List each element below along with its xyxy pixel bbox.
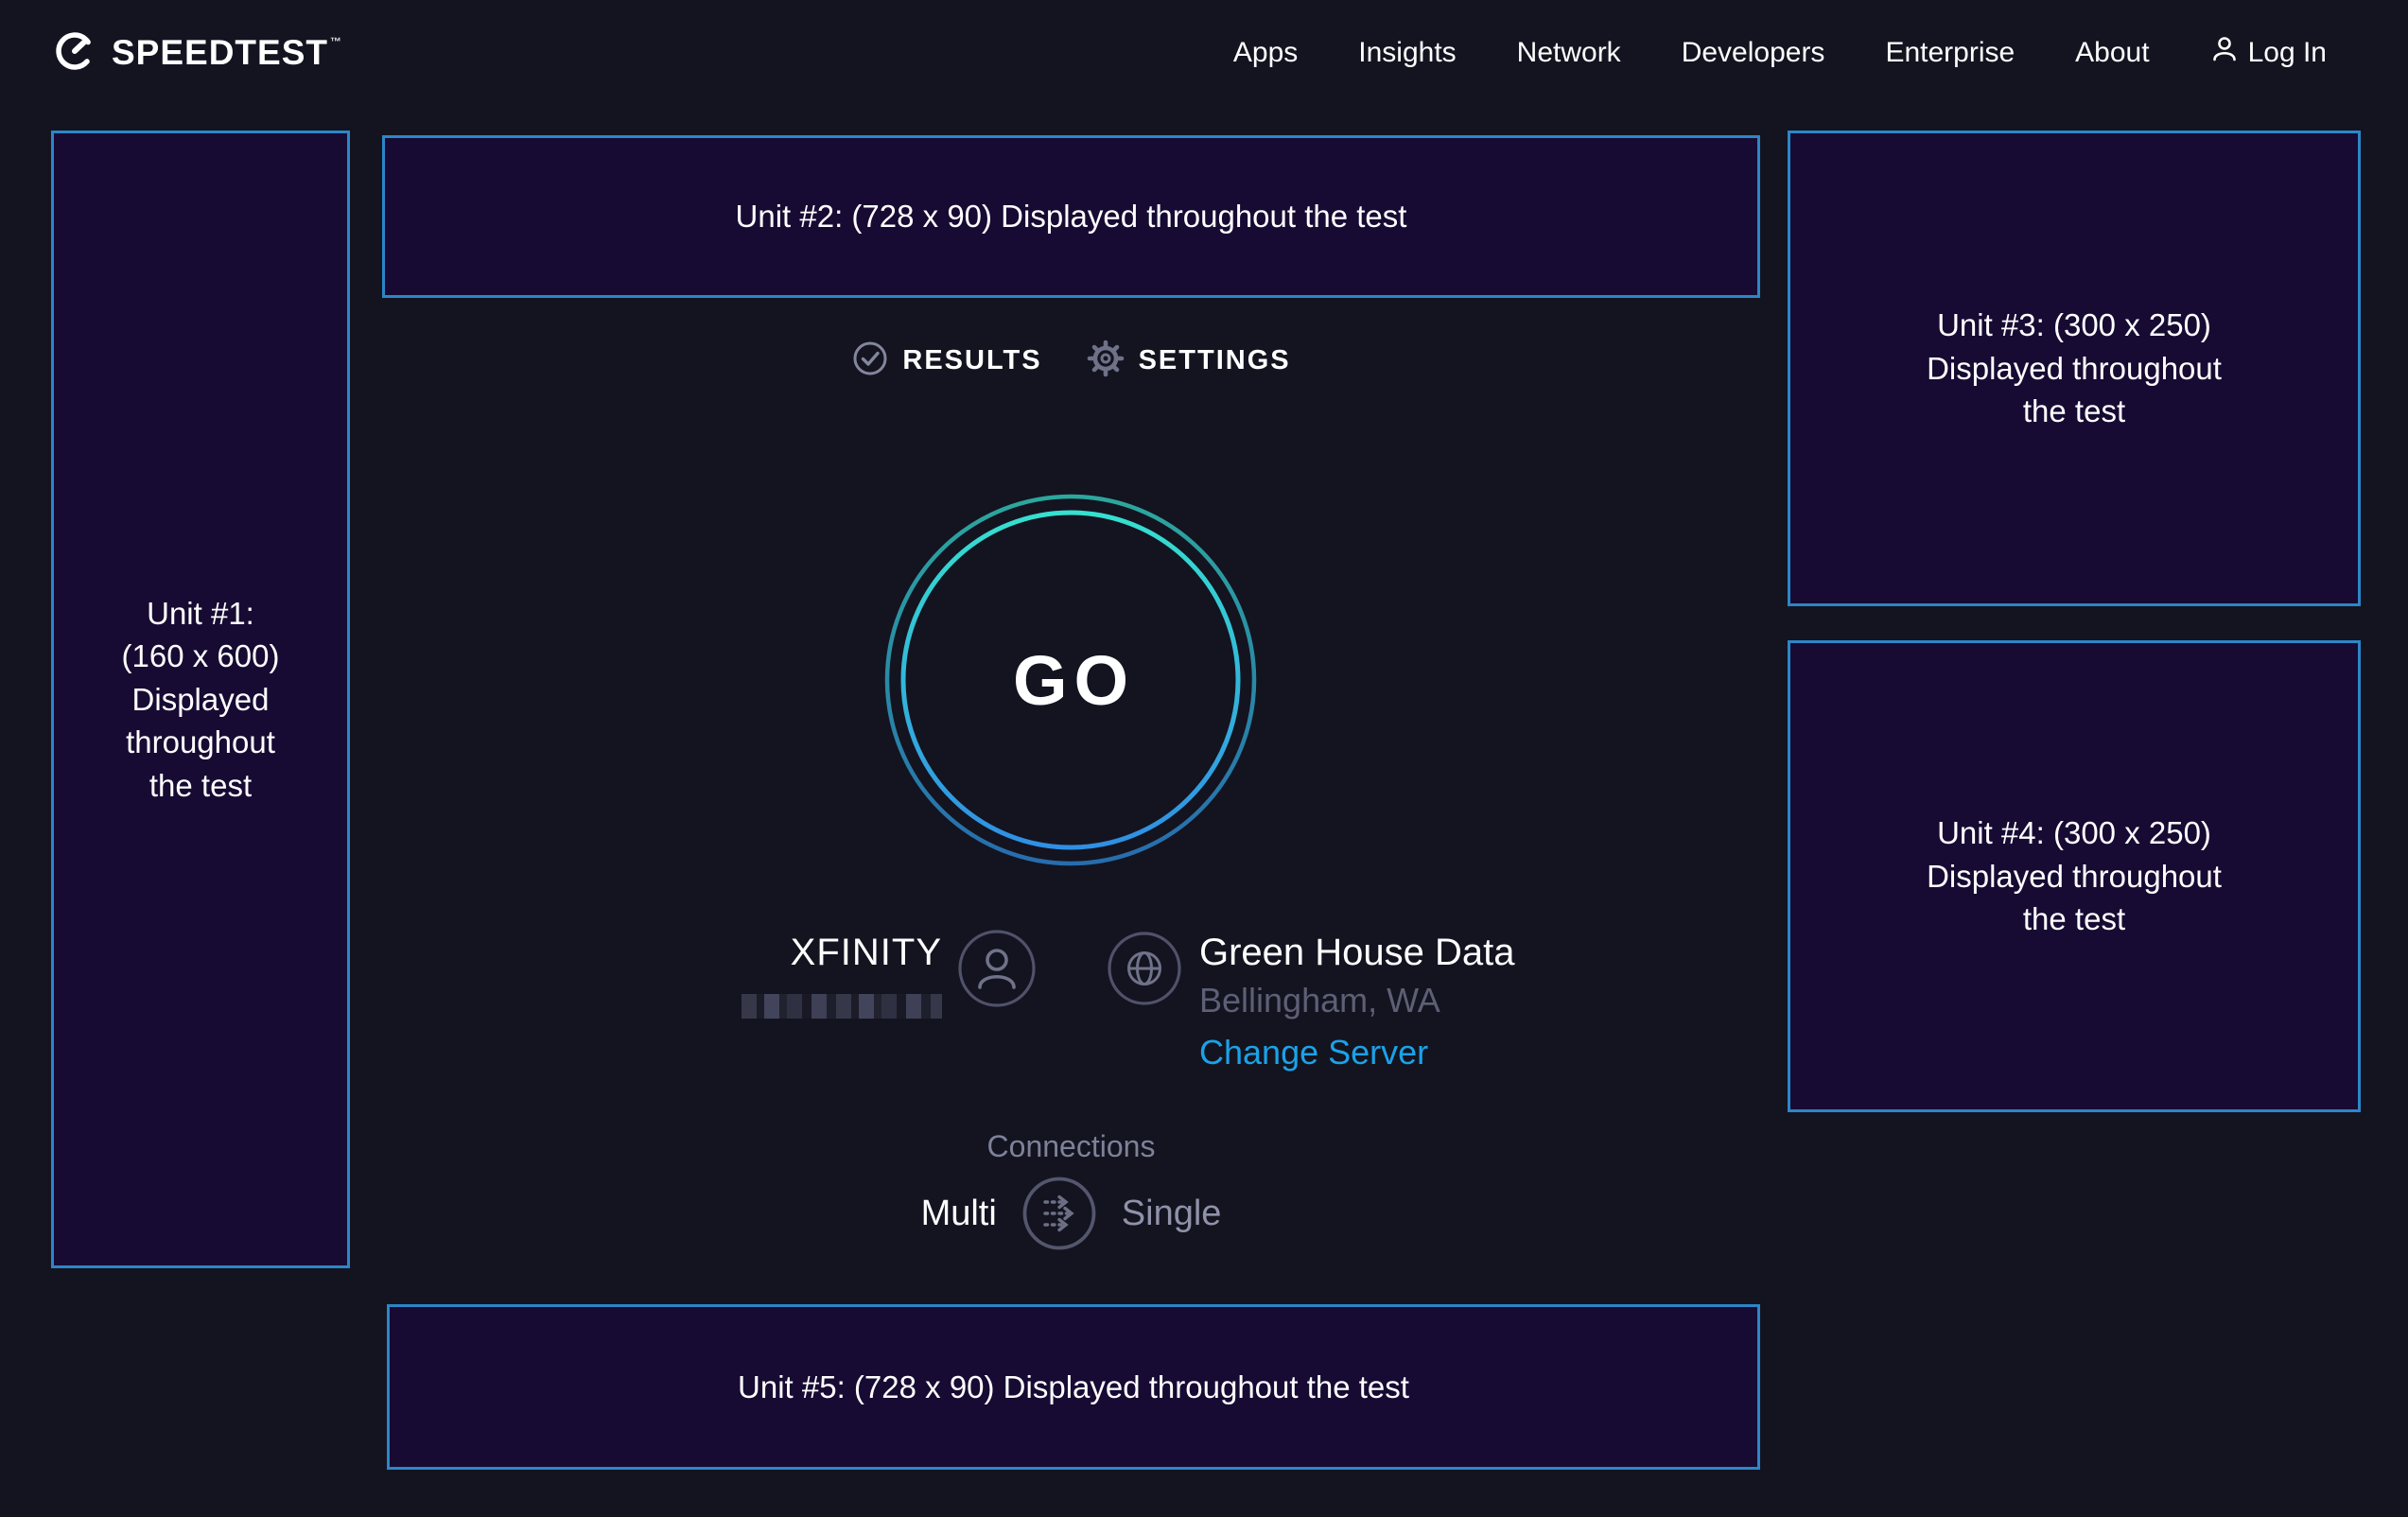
- login-button[interactable]: Log In: [2210, 34, 2327, 72]
- results-tab-label: RESULTS: [902, 345, 1041, 376]
- ad-unit-2: Unit #2: (728 x 90) Displayed throughout…: [382, 135, 1760, 298]
- globe-icon: [1107, 931, 1182, 1011]
- isp-block: XFINITY: [742, 922, 942, 1019]
- tabs-row: RESULTS: [382, 339, 1760, 383]
- check-circle-icon: [851, 340, 889, 382]
- speedtest-page: SPEEDTEST™ Apps Insights Network Develop…: [0, 0, 2408, 1517]
- server-name: Green House Data: [1199, 930, 1515, 975]
- connections-multi-option[interactable]: Multi: [921, 1194, 997, 1234]
- brand-name: SPEEDTEST: [112, 33, 328, 73]
- settings-tab-label: SETTINGS: [1139, 345, 1291, 376]
- go-button[interactable]: GO: [881, 491, 1260, 869]
- connections-row: Multi Single: [382, 1173, 1760, 1254]
- server-block: Green House Data Bellingham, WA Change S…: [1199, 922, 1515, 1079]
- speedtest-logo[interactable]: SPEEDTEST™: [51, 26, 342, 81]
- tab-settings[interactable]: SETTINGS: [1086, 339, 1291, 383]
- isp-name: XFINITY: [742, 930, 942, 975]
- nav-item-network[interactable]: Network: [1517, 37, 1621, 69]
- main-nav: Apps Insights Network Developers Enterpr…: [1233, 34, 2327, 72]
- tab-results[interactable]: RESULTS: [851, 340, 1041, 382]
- server-location: Bellingham, WA: [1199, 975, 1515, 1026]
- go-label: GO: [881, 491, 1260, 869]
- nav-item-about[interactable]: About: [2075, 37, 2149, 69]
- multi-connection-icon[interactable]: [1021, 1176, 1097, 1251]
- nav-item-insights[interactable]: Insights: [1358, 37, 1456, 69]
- redacted-ip: [742, 994, 942, 1019]
- ad-unit-3: Unit #3: (300 x 250) Displayed throughou…: [1788, 131, 2361, 606]
- ad-unit-4: Unit #4: (300 x 250) Displayed throughou…: [1788, 640, 2361, 1112]
- nav-item-enterprise[interactable]: Enterprise: [1885, 37, 2015, 69]
- login-label: Log In: [2248, 37, 2327, 69]
- person-icon: [2210, 34, 2239, 72]
- provider-row: XFINITY Green House Data Bellingham, WA …: [382, 922, 1760, 1121]
- gauge-icon: [51, 26, 98, 81]
- connections-label: Connections: [382, 1127, 1760, 1165]
- gear-icon: [1086, 339, 1125, 383]
- nav-item-apps[interactable]: Apps: [1233, 37, 1298, 69]
- trademark-mark: ™: [330, 35, 342, 48]
- connections-single-option[interactable]: Single: [1122, 1194, 1222, 1234]
- ad-unit-5: Unit #5: (728 x 90) Displayed throughout…: [387, 1304, 1760, 1470]
- ad-unit-1: Unit #1: (160 x 600) Displayed throughou…: [51, 131, 350, 1268]
- header: SPEEDTEST™ Apps Insights Network Develop…: [0, 0, 2408, 106]
- nav-item-developers[interactable]: Developers: [1682, 37, 1825, 69]
- change-server-link[interactable]: Change Server: [1199, 1026, 1515, 1079]
- user-icon: [957, 929, 1037, 1013]
